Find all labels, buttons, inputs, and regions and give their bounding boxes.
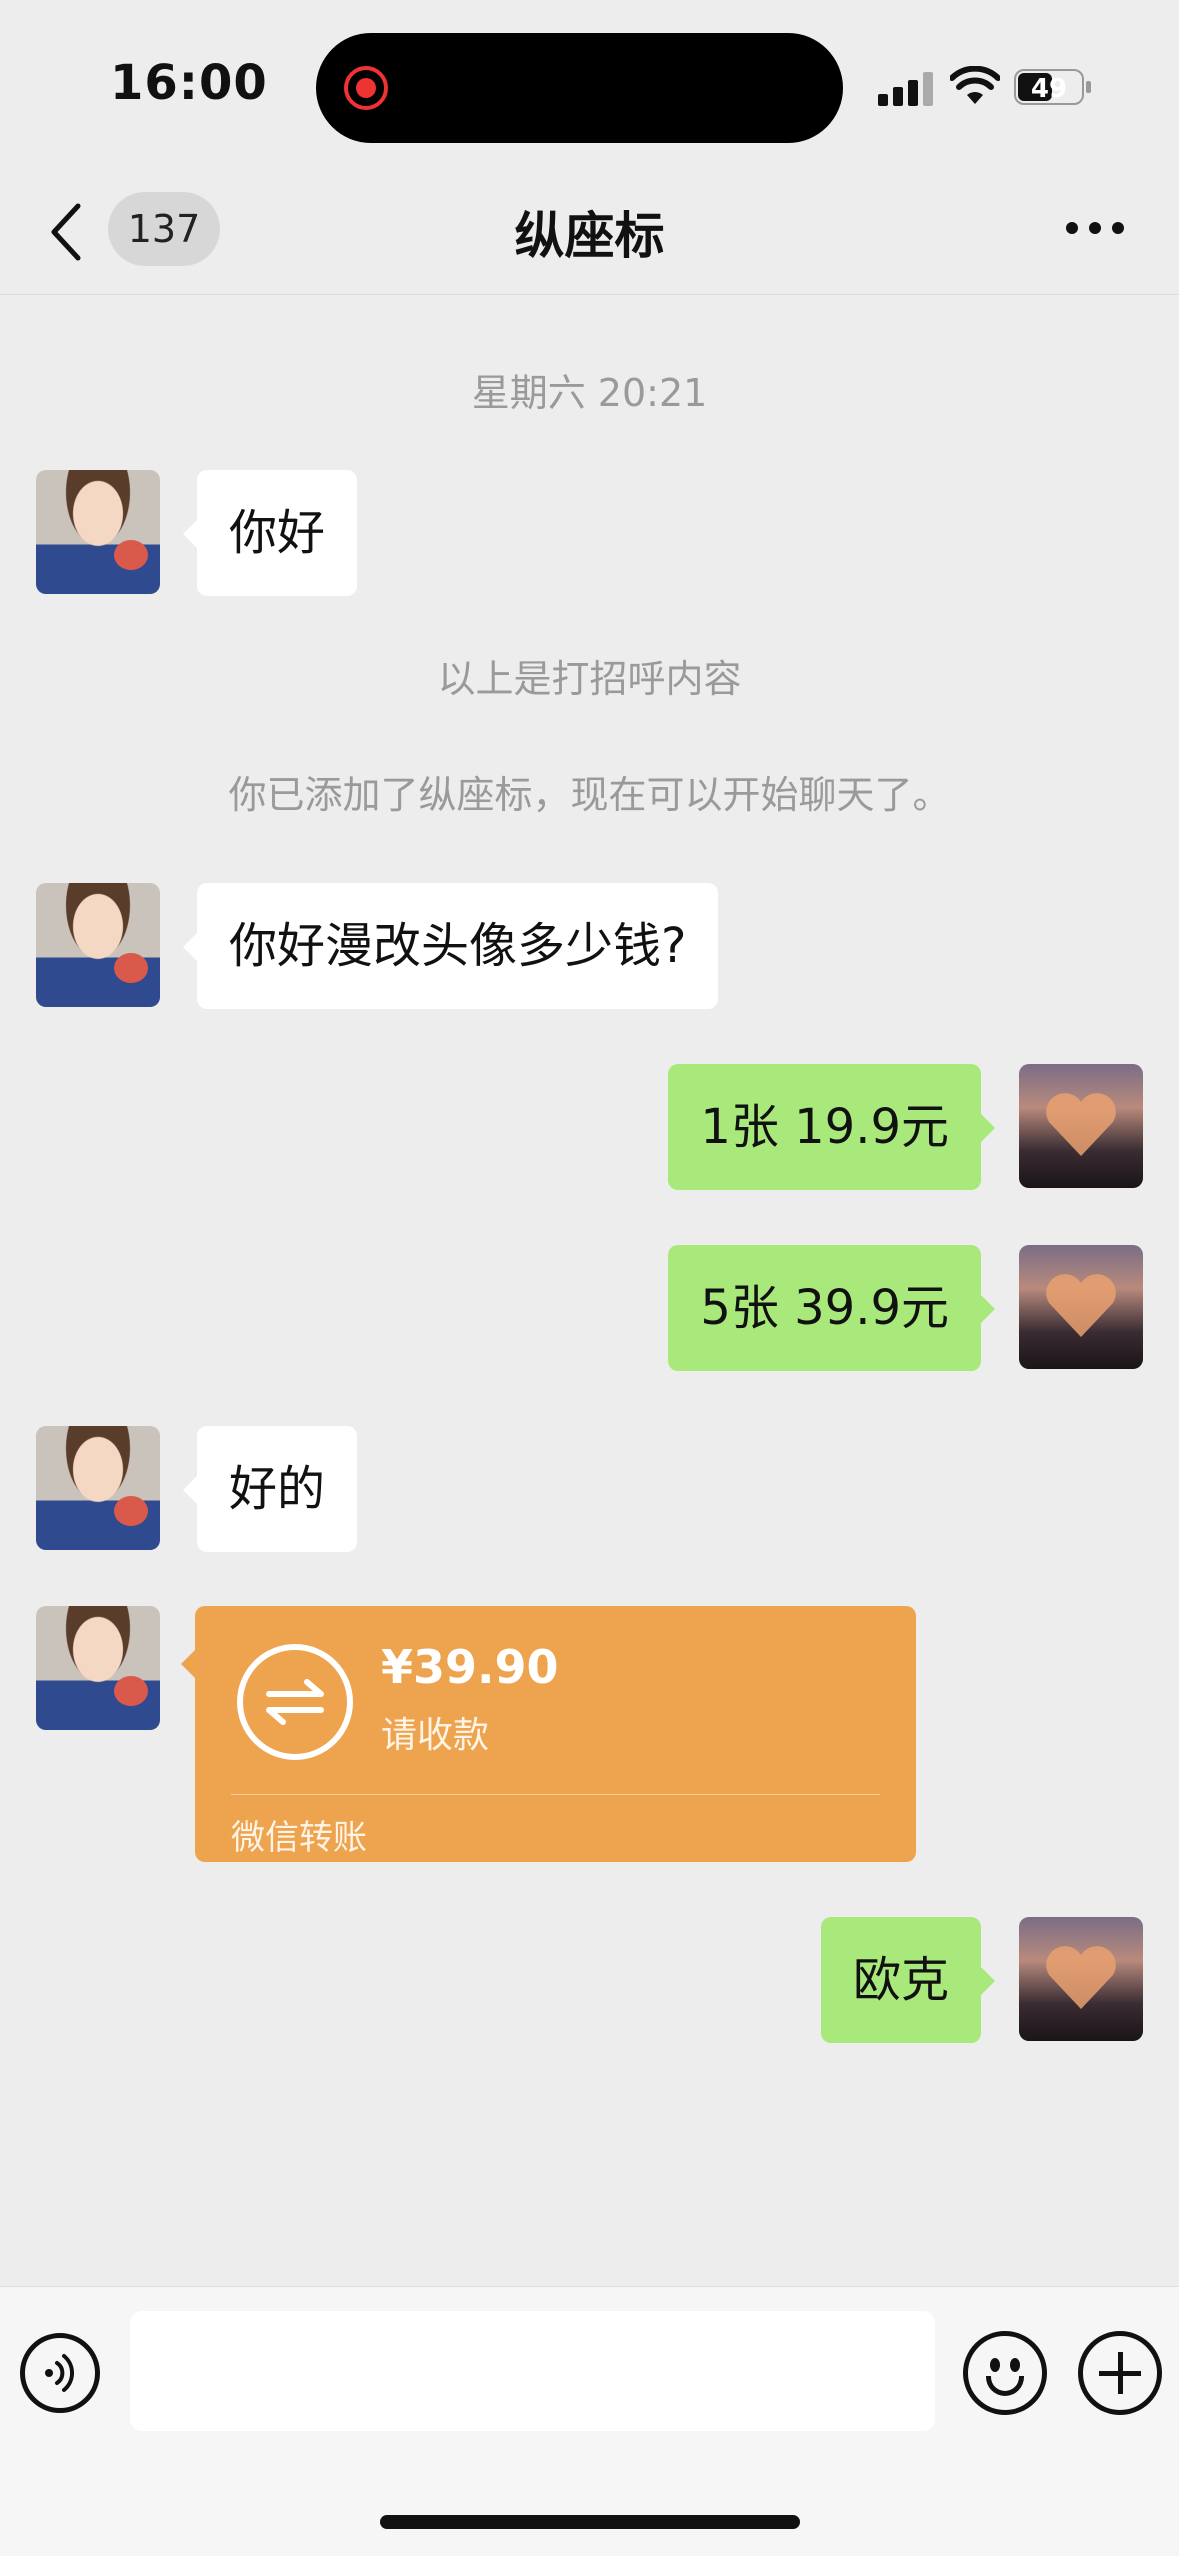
transfer-label: 微信转账	[231, 1818, 367, 1858]
system-notice: 你已添加了纵座标，现在可以开始聊天了。	[228, 773, 951, 817]
chat-title: 纵座标	[514, 207, 665, 265]
dynamic-island	[316, 33, 843, 143]
screen-recording-icon	[344, 66, 388, 110]
chat-screen: 16:00 49 137 纵座标 星期六 20:21 你好 以上是打招呼内容 你…	[0, 0, 1179, 2556]
heart-cloud-image	[1046, 1274, 1116, 1337]
wifi-icon	[950, 66, 1000, 104]
incoming-message[interactable]: 你好漫改头像多少钱?	[182, 883, 719, 1009]
message-input[interactable]	[130, 2311, 935, 2431]
outgoing-message[interactable]: 欧克	[820, 1917, 996, 2043]
transfer-status: 请收款	[381, 1715, 490, 1756]
contact-avatar[interactable]	[36, 1426, 160, 1550]
incoming-message[interactable]: 好的	[182, 1426, 358, 1552]
contact-avatar[interactable]	[36, 470, 160, 594]
battery-icon: 49	[1014, 69, 1091, 105]
incoming-message[interactable]: 你好	[182, 470, 358, 596]
voice-icon[interactable]	[20, 2333, 100, 2413]
more-dots-icon[interactable]	[1066, 222, 1124, 238]
transfer-amount: ¥39.90	[381, 1640, 559, 1694]
outgoing-message[interactable]: 5张 39.9元	[668, 1245, 995, 1371]
my-avatar[interactable]	[1019, 1917, 1143, 2041]
outgoing-message[interactable]: 1张 19.9元	[668, 1064, 995, 1190]
contact-avatar[interactable]	[36, 1606, 160, 1730]
timestamp: 星期六 20:21	[471, 371, 708, 415]
transfer-icon	[237, 1644, 353, 1760]
status-time: 16:00	[110, 55, 268, 111]
home-indicator[interactable]	[380, 2515, 800, 2529]
battery-level: 49	[1031, 74, 1067, 104]
my-avatar[interactable]	[1019, 1064, 1143, 1188]
heart-cloud-image	[1046, 1093, 1116, 1156]
plus-icon[interactable]	[1078, 2331, 1162, 2415]
contact-avatar[interactable]	[36, 883, 160, 1007]
emoji-icon[interactable]	[963, 2331, 1047, 2415]
input-bar	[0, 2286, 1179, 2556]
my-avatar[interactable]	[1019, 1245, 1143, 1369]
cellular-signal-icon	[878, 72, 933, 106]
transfer-card[interactable]: ¥39.90 请收款 微信转账	[181, 1606, 916, 1862]
chat-header: 137 纵座标	[0, 170, 1179, 295]
status-bar: 16:00 49	[0, 0, 1179, 150]
system-notice: 以上是打招呼内容	[437, 657, 742, 701]
heart-cloud-image	[1046, 1946, 1116, 2009]
divider	[231, 1794, 880, 1795]
